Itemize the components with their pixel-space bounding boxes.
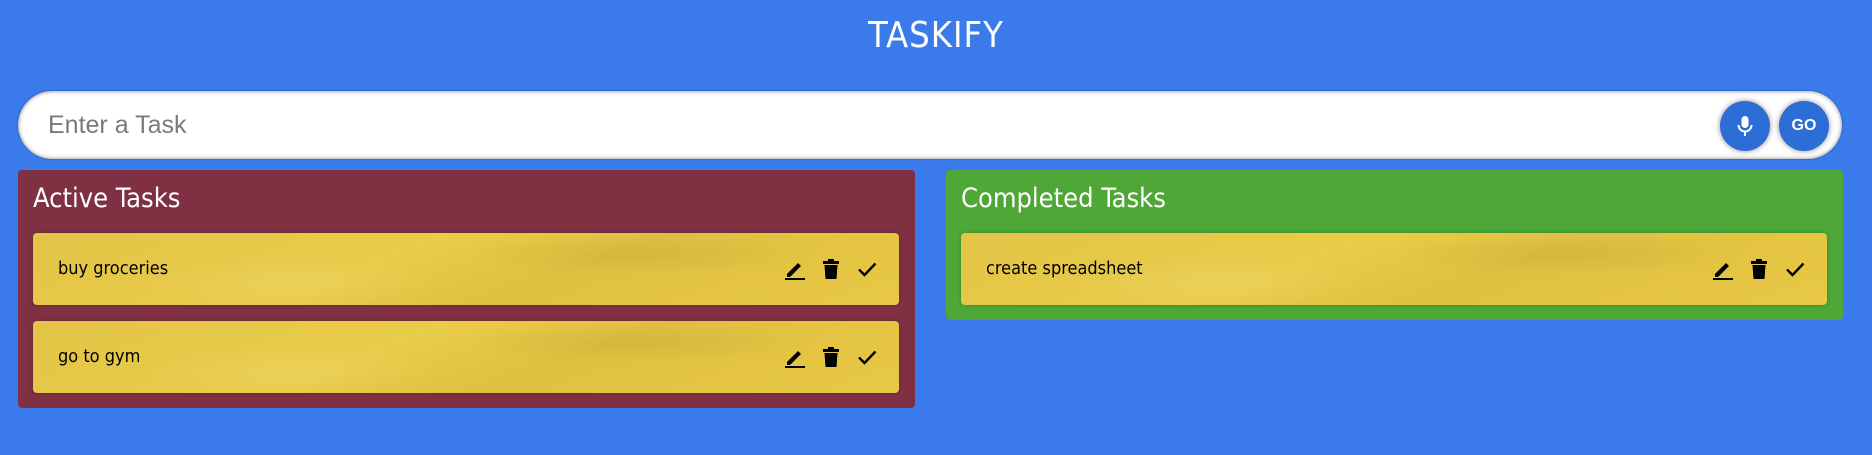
completed-tasks-title: Completed Tasks [961,183,1166,214]
task-card[interactable]: go to gym [33,321,899,393]
task-card[interactable]: buy groceries [33,233,899,305]
task-text: buy groceries [58,258,169,279]
microphone-icon [1737,116,1753,136]
check-icon[interactable] [1783,257,1807,281]
active-tasks-title: Active Tasks [33,183,181,214]
task-actions [783,255,879,283]
trash-icon[interactable] [1747,257,1771,281]
task-input[interactable] [48,91,1708,159]
trash-icon[interactable] [819,345,843,369]
pencil-icon[interactable] [1711,257,1735,281]
trash-icon[interactable] [819,257,843,281]
check-icon[interactable] [855,345,879,369]
completed-tasks-panel: Completed Tasks create spreadsheet [946,170,1843,320]
task-actions [783,343,879,371]
app-title: TASKIFY [868,15,1004,56]
check-icon[interactable] [855,257,879,281]
microphone-button[interactable] [1720,101,1770,151]
pencil-icon[interactable] [783,257,807,281]
pencil-icon[interactable] [783,345,807,369]
task-card[interactable]: create spreadsheet [961,233,1827,305]
task-actions [1711,255,1807,283]
active-tasks-panel: Active Tasks buy groceries go to gym [18,170,915,408]
task-text: create spreadsheet [986,258,1143,279]
task-text: go to gym [58,346,141,367]
task-input-form: GO [18,91,1842,159]
go-button[interactable]: GO [1779,101,1829,151]
